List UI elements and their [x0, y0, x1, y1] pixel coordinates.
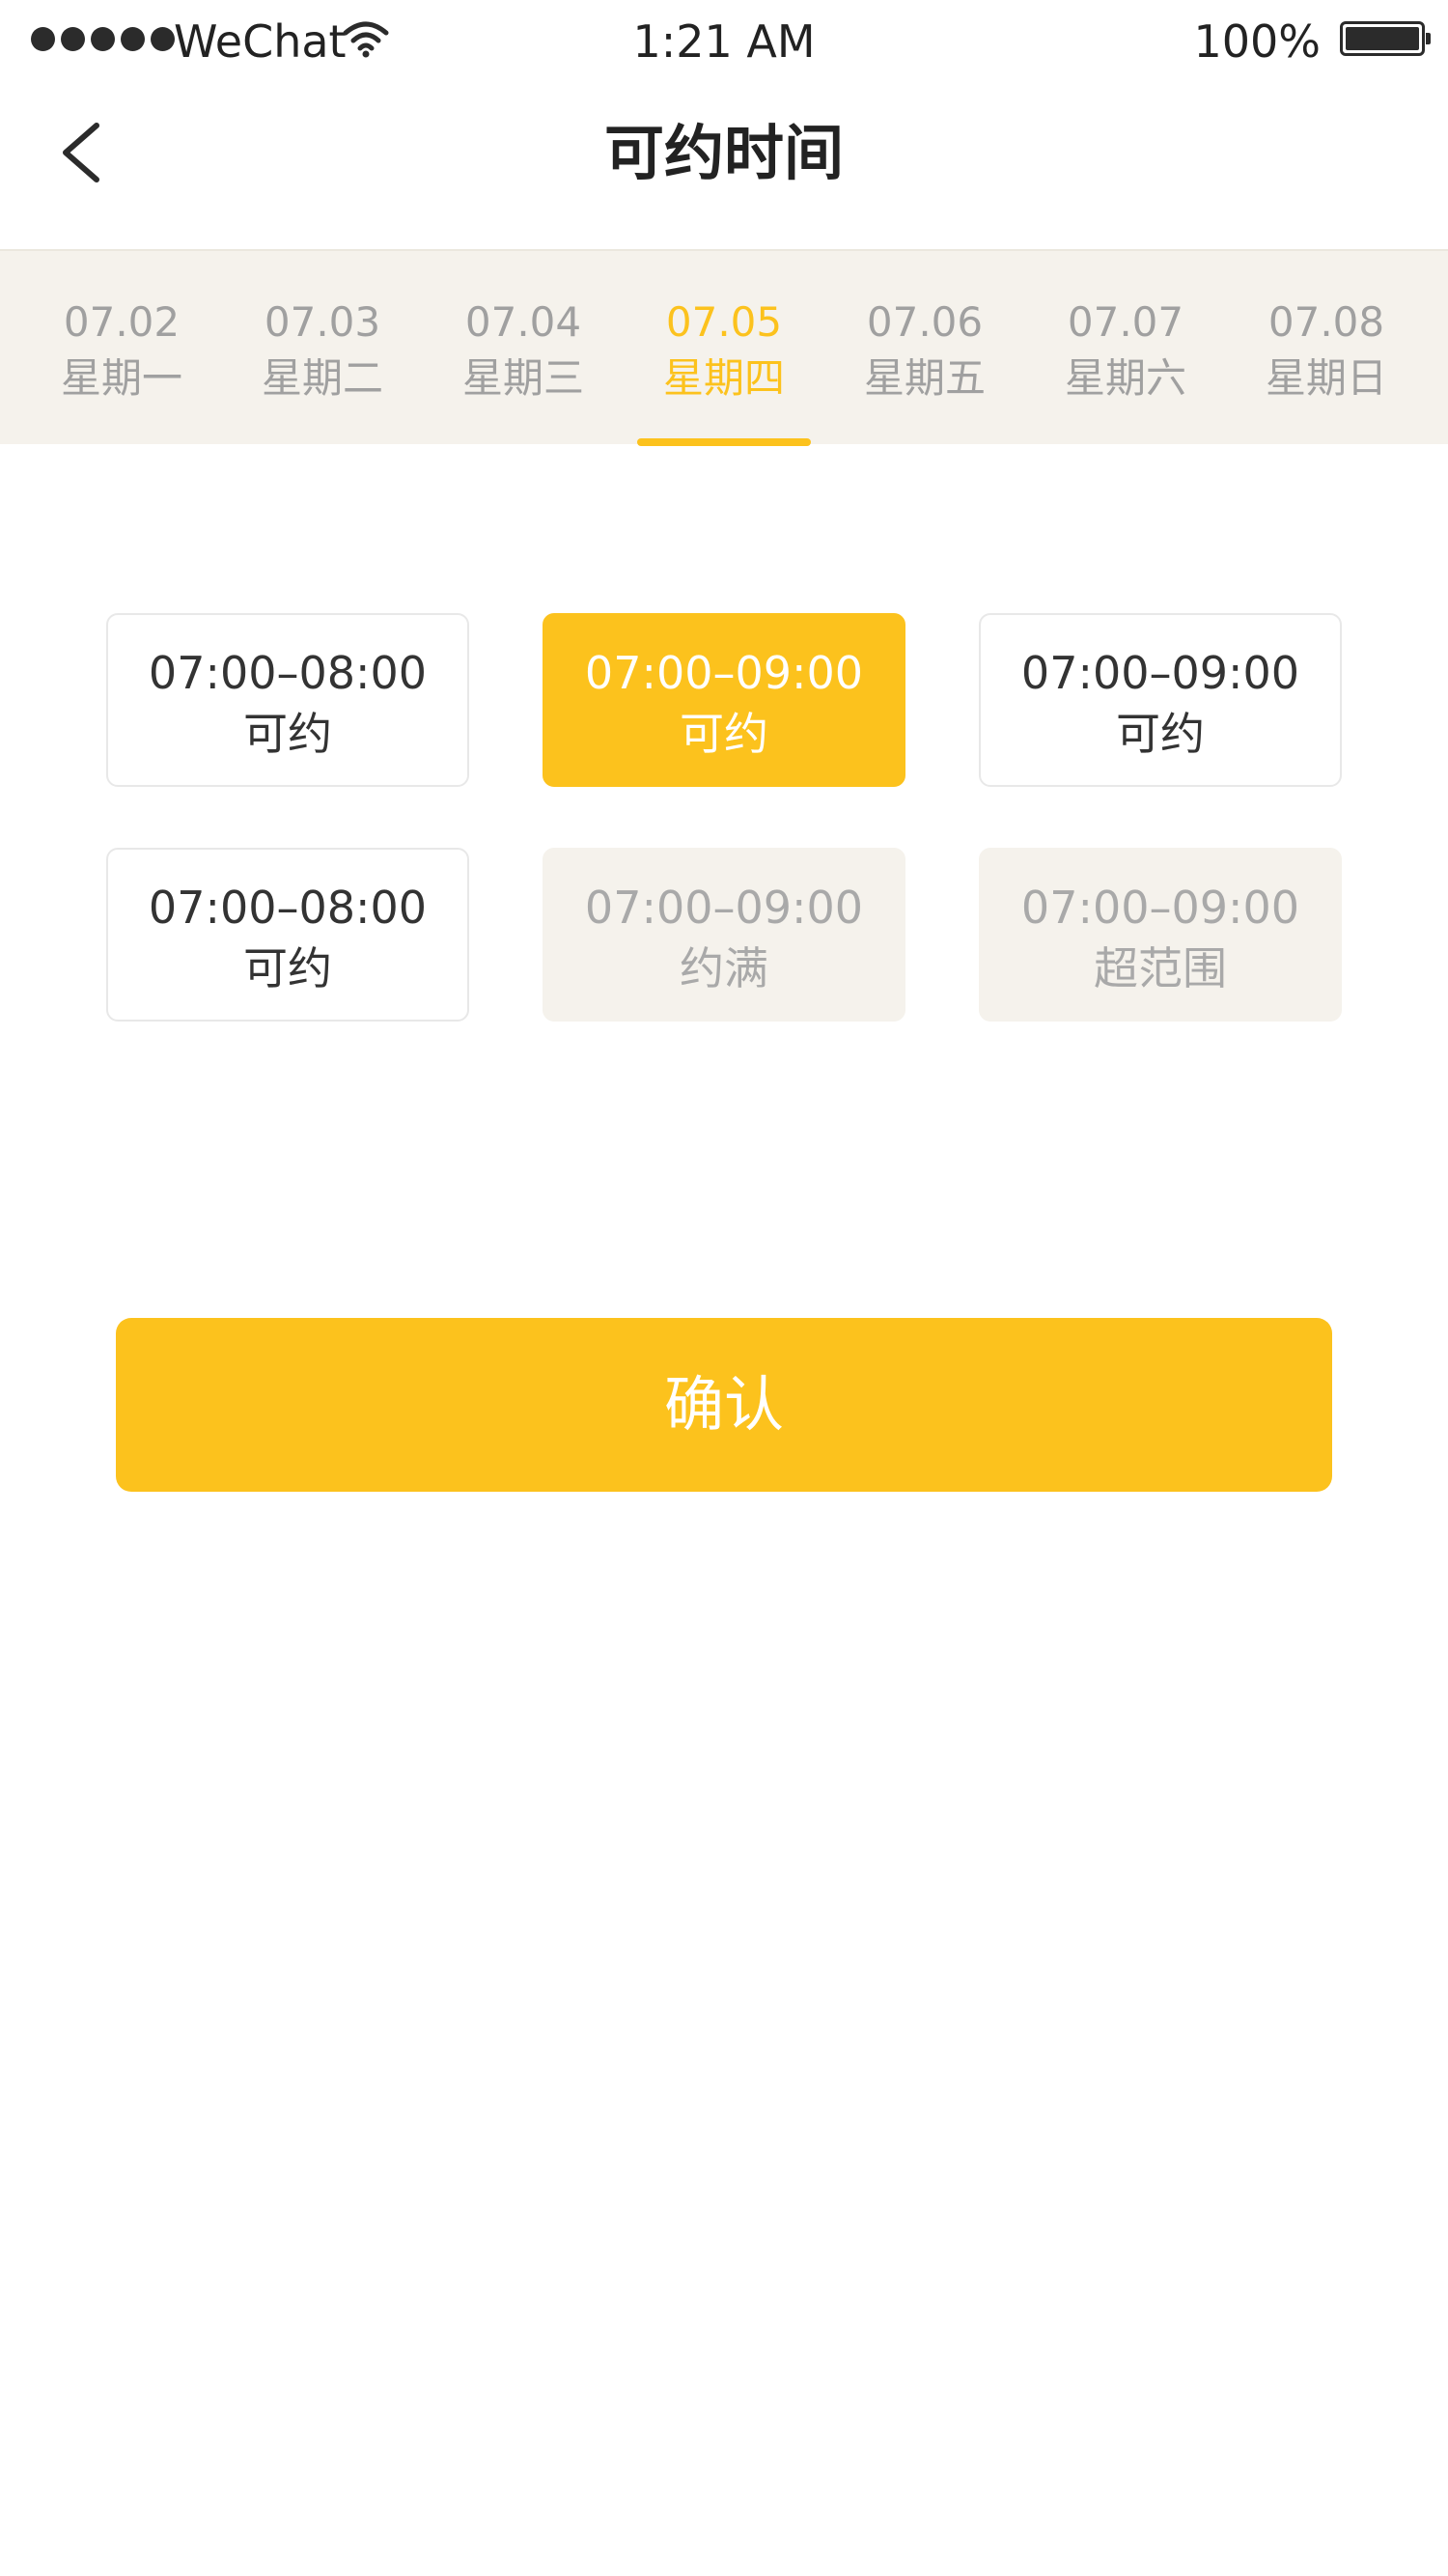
tab-date: 07.06 — [866, 298, 984, 346]
slot-status: 可约 — [243, 942, 332, 994]
slot-status: 可约 — [243, 708, 332, 760]
tab-weekday: 星期一 — [60, 354, 182, 402]
slot-status: 可约 — [1116, 708, 1205, 760]
tab-date-0707[interactable]: 07.07 星期六 — [1025, 251, 1226, 446]
tab-date: 07.03 — [264, 298, 381, 346]
tab-date-0702[interactable]: 07.02 星期一 — [21, 251, 222, 446]
tab-date: 07.04 — [464, 298, 582, 346]
slot-status: 超范围 — [1094, 942, 1227, 994]
tab-weekday: 星期四 — [662, 354, 785, 402]
nav-bar: 可约时间 — [0, 85, 1448, 249]
tab-date-0705[interactable]: 07.05 星期四 — [624, 251, 824, 446]
status-bar: WeChat 1:21 AM 100% — [0, 0, 1448, 85]
tab-date: 07.07 — [1067, 298, 1184, 346]
slot-status: 可约 — [680, 708, 768, 760]
tab-weekday: 星期五 — [863, 354, 986, 402]
tab-date-0704[interactable]: 07.04 星期三 — [423, 251, 624, 446]
slot-time: 07:00–09:00 — [1020, 647, 1300, 699]
tab-weekday: 星期二 — [261, 354, 383, 402]
tab-date-0706[interactable]: 07.06 星期五 — [824, 251, 1025, 446]
confirm-button[interactable]: 确认 — [116, 1318, 1332, 1492]
tab-date: 07.02 — [63, 298, 181, 346]
booking-time-page: WeChat 1:21 AM 100% 可约时间 07.02 星期一 07.03… — [0, 0, 1448, 2576]
time-slot[interactable]: 07:00–09:00 可约 — [979, 613, 1342, 787]
time-slot-full: 07:00–09:00 约满 — [543, 848, 905, 1022]
tab-date: 07.05 — [665, 298, 783, 346]
battery-percent: 100% — [1193, 15, 1321, 68]
tab-date: 07.08 — [1267, 298, 1385, 346]
time-slot-selected[interactable]: 07:00–09:00 可约 — [543, 613, 905, 787]
time-slot[interactable]: 07:00–08:00 可约 — [106, 848, 469, 1022]
time-slot-out-of-range: 07:00–09:00 超范围 — [979, 848, 1342, 1022]
slot-status: 约满 — [680, 942, 768, 994]
tab-weekday: 星期日 — [1265, 354, 1387, 402]
tab-date-0703[interactable]: 07.03 星期二 — [222, 251, 423, 446]
time-slot[interactable]: 07:00–08:00 可约 — [106, 613, 469, 787]
slot-time: 07:00–08:00 — [148, 882, 428, 934]
active-tab-indicator — [637, 438, 811, 446]
slot-time: 07:00–09:00 — [584, 882, 864, 934]
page-title: 可约时间 — [603, 118, 844, 188]
tab-date-0708[interactable]: 07.08 星期日 — [1226, 251, 1427, 446]
slot-time: 07:00–08:00 — [148, 647, 428, 699]
tab-weekday: 星期六 — [1064, 354, 1186, 402]
date-tabs: 07.02 星期一 07.03 星期二 07.04 星期三 07.05 星期四 … — [0, 249, 1448, 446]
slot-time: 07:00–09:00 — [1020, 882, 1300, 934]
slot-time: 07:00–09:00 — [584, 647, 864, 699]
tab-weekday: 星期三 — [461, 354, 584, 402]
battery-icon — [1340, 21, 1431, 56]
